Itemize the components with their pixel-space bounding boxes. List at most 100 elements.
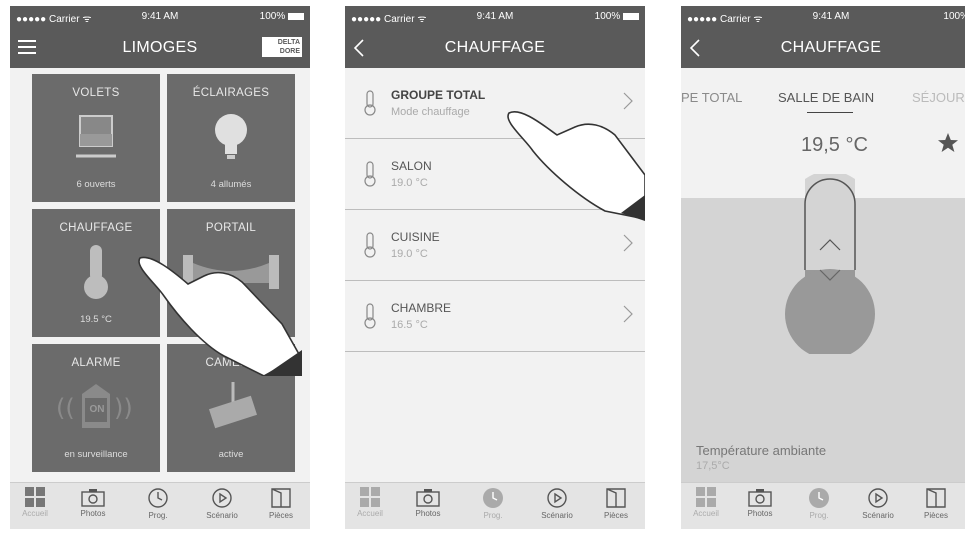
tab-prog[interactable]: Prog.	[794, 483, 844, 529]
tile-subtitle: active	[218, 449, 244, 460]
tile-title: ÉCLAIRAGES	[192, 87, 270, 99]
tab-label: Prog.	[148, 511, 168, 520]
tab-bar: Accueil Photos Prog. Scénario Pièces	[10, 482, 310, 529]
tab-photos[interactable]: Photos	[68, 483, 118, 529]
nav-bar: CHAUFFAGE	[681, 28, 965, 68]
tab-scenario[interactable]: Scénario	[532, 483, 582, 529]
tab-scenario[interactable]: Scénario	[853, 483, 903, 529]
row-value: 19.0 °C	[391, 177, 428, 189]
tab-pieces[interactable]: Pièces	[911, 483, 961, 529]
tile-subtitle: en surveillance	[64, 449, 128, 460]
tab-label: Scénario	[206, 511, 238, 520]
tab-accueil[interactable]: Accueil	[345, 483, 395, 529]
room-tab-sejour[interactable]: SÉJOUR	[912, 90, 965, 105]
tab-label: Pièces	[268, 511, 293, 520]
row-name: CUISINE	[391, 230, 440, 244]
clock: 9:41 AM	[812, 11, 850, 22]
tab-label: Scénario	[862, 511, 894, 520]
alarm-on-badge: ON	[89, 404, 105, 415]
status-bar: ●●●●● Carrier ᯤ 9:41 AM 100%	[345, 6, 645, 28]
list-row-chambre[interactable]: CHAMBRE 16.5 °C	[345, 281, 645, 352]
phone-home-screen: ●●●●● Carrier ᯤ 9:41 AM 100% LIMOGES DEL…	[10, 6, 310, 529]
status-bar: ●●●●● Carrier ᯤ 9:41 AM 100%	[10, 6, 310, 28]
tab-scenario[interactable]: Scénario	[197, 483, 247, 529]
tab-label: Photos	[747, 509, 773, 518]
row-name: GROUPE TOTAL	[391, 88, 486, 102]
tile-title: PORTAIL	[205, 222, 257, 234]
photo-camera-icon	[748, 489, 772, 507]
tab-label: Accueil	[693, 509, 719, 518]
tab-bar: Accueil Photos Prog. Scénario Pièces	[345, 482, 645, 529]
tab-prog[interactable]: Prog.	[133, 483, 183, 529]
tile-subtitle: 6 ouverts	[76, 179, 116, 190]
battery-label: 100%	[595, 11, 639, 22]
battery-label: 100%	[260, 11, 304, 22]
page-title: CHAUFFAGE	[780, 39, 882, 56]
clock-icon	[148, 488, 168, 508]
decrease-chevron-icon[interactable]	[818, 268, 842, 282]
ambient-value: 17,5°C	[696, 460, 730, 472]
thermostat-gauge[interactable]	[783, 174, 877, 354]
bulb-icon	[215, 114, 247, 159]
phone-room-detail: ●●●●● Carrier ᯤ 9:41 AM 100% CHAUFFAGE P…	[681, 6, 965, 529]
page-title: CHAUFFAGE	[444, 39, 546, 56]
increase-chevron-icon[interactable]	[818, 238, 842, 252]
room-tab-salle-de-bain[interactable]: SALLE DE BAIN	[778, 90, 874, 105]
thermometer-icon	[364, 232, 376, 258]
tab-label: Accueil	[357, 509, 383, 518]
tile-title: VOLETS	[72, 87, 120, 99]
tab-accueil[interactable]: Accueil	[10, 483, 60, 529]
thermometer-icon	[364, 161, 376, 187]
tab-pieces[interactable]: Pièces	[591, 483, 641, 529]
clock-icon	[483, 488, 503, 508]
door-icon	[271, 488, 291, 508]
nav-bar: CHAUFFAGE	[345, 28, 645, 68]
tile-title: CHAUFFAGE	[59, 222, 133, 234]
tab-label: Photos	[415, 509, 441, 518]
row-value: Mode chauffage	[391, 106, 470, 118]
tap-hand-icon	[507, 111, 645, 221]
door-icon	[606, 488, 626, 508]
tab-label: Photos	[80, 509, 106, 518]
tab-pieces[interactable]: Pièces	[256, 483, 306, 529]
photo-camera-icon	[416, 489, 440, 507]
tab-label: Prog.	[483, 511, 503, 520]
thermometer-icon	[84, 245, 108, 299]
svg-text:)): ))	[114, 394, 133, 422]
row-name: SALON	[391, 159, 432, 173]
tab-accueil[interactable]: Accueil	[681, 483, 731, 529]
tab-photos[interactable]: Photos	[403, 483, 453, 529]
tile-subtitle: 4 allumés	[210, 179, 252, 190]
tab-label: Pièces	[923, 511, 948, 520]
favorite-star-icon[interactable]	[937, 132, 959, 154]
room-tab-groupe-total[interactable]: PE TOTAL	[681, 90, 742, 105]
battery-label: 100%	[943, 11, 965, 22]
tap-hand-icon	[138, 256, 302, 376]
ambient-label: Température ambiante	[696, 443, 827, 458]
play-icon	[212, 488, 232, 508]
shutter-icon	[76, 115, 116, 158]
photo-camera-icon	[81, 489, 105, 507]
tab-label: Pièces	[603, 511, 628, 520]
svg-text:((: ((	[56, 394, 75, 422]
home-grid-icon	[696, 487, 716, 507]
setpoint-value: 19,5 °C	[801, 134, 868, 156]
door-icon	[926, 488, 946, 508]
home-grid-icon	[25, 487, 45, 507]
tab-label: Prog.	[809, 511, 829, 520]
active-tab-underline	[807, 112, 853, 113]
play-icon	[868, 488, 888, 508]
row-value: 19.0 °C	[391, 248, 428, 260]
thermometer-icon	[364, 90, 376, 116]
nav-bar: LIMOGES DELTA DORE	[10, 28, 310, 68]
clock-icon	[809, 488, 829, 508]
tab-prog[interactable]: Prog.	[468, 483, 518, 529]
row-value: 16.5 °C	[391, 319, 428, 331]
row-name: CHAMBRE	[391, 301, 452, 315]
chevron-right-icon	[623, 234, 633, 252]
tab-photos[interactable]: Photos	[735, 483, 785, 529]
tile-eclairages[interactable]: ÉCLAIRAGES 4 allumés	[167, 74, 295, 202]
tile-volets[interactable]: VOLETS 6 ouverts	[32, 74, 160, 202]
home-grid-icon	[360, 487, 380, 507]
phone-heating-list: ●●●●● Carrier ᯤ 9:41 AM 100% CHAUFFAGE G…	[345, 6, 645, 529]
